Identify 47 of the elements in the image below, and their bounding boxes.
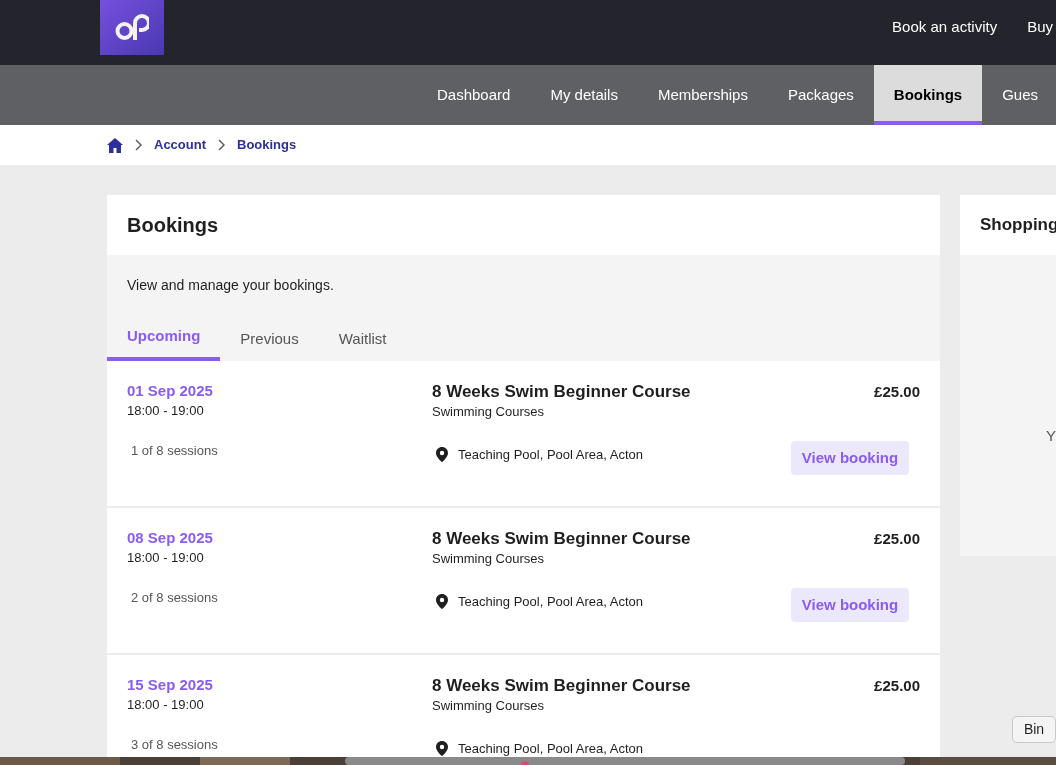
session-count: 2 of 8 sessions <box>131 589 219 607</box>
view-booking-button[interactable]: View booking <box>791 588 909 622</box>
account-nav-tab[interactable]: Memberships <box>637 65 768 125</box>
breadcrumb-link[interactable]: Bookings <box>237 135 297 155</box>
map-pin-icon <box>436 447 448 463</box>
breadcrumb-link[interactable]: Account <box>154 135 206 155</box>
account-nav-tab[interactable]: Dashboard <box>417 65 531 125</box>
course-title: 8 Weeks Swim Beginner Course <box>432 528 692 550</box>
basket-message: Y <box>1045 426 1056 446</box>
booking-time: 18:00 - 19:00 <box>127 549 205 567</box>
logo-icon <box>115 13 149 42</box>
booking-time: 18:00 - 19:00 <box>127 402 205 420</box>
tooltip: Bin <box>1012 716 1056 743</box>
map-pin-icon <box>436 594 448 610</box>
card-description: View and manage your bookings. <box>126 276 335 295</box>
booking-date: 01 Sep 2025 <box>127 381 214 401</box>
view-booking-button[interactable]: View booking <box>791 441 909 475</box>
top-nav-link[interactable]: Buy <box>1027 16 1053 39</box>
chevron-right-icon <box>135 139 142 151</box>
session-count: 3 of 8 sessions <box>131 736 219 754</box>
course-title: 8 Weeks Swim Beginner Course <box>432 675 692 697</box>
booking-date: 08 Sep 2025 <box>127 528 214 548</box>
booking-price: £25.00 <box>874 529 920 549</box>
booking-date: 15 Sep 2025 <box>127 675 214 695</box>
account-nav-tab[interactable]: Gues <box>982 65 1056 125</box>
account-nav-tab[interactable]: Bookings <box>873 65 983 125</box>
course-title: 8 Weeks Swim Beginner Course <box>432 381 692 403</box>
location-text: Teaching Pool, Pool Area, Acton <box>458 446 643 464</box>
logo[interactable] <box>100 0 164 55</box>
booking-tab[interactable]: Previous <box>220 316 319 361</box>
booking-time: 18:00 - 19:00 <box>127 696 205 714</box>
chevron-right-icon <box>218 139 225 151</box>
location-text: Teaching Pool, Pool Area, Acton <box>458 740 643 758</box>
booking-price: £25.00 <box>874 382 920 402</box>
card-title: Bookings <box>127 213 219 238</box>
map-pin-icon <box>436 741 448 757</box>
booking-tab[interactable]: Waitlist <box>318 316 407 361</box>
course-category: Swimming Courses <box>432 697 545 715</box>
course-category: Swimming Courses <box>432 550 545 568</box>
booking-price: £25.00 <box>874 676 920 696</box>
account-nav-tab[interactable]: Packages <box>767 65 874 125</box>
account-nav-tab[interactable]: My details <box>530 65 638 125</box>
session-count: 1 of 8 sessions <box>131 442 219 460</box>
location-text: Teaching Pool, Pool Area, Acton <box>458 593 643 611</box>
course-category: Swimming Courses <box>432 403 545 421</box>
top-nav-link[interactable]: Book an activity <box>892 16 998 39</box>
home-icon[interactable] <box>107 137 123 153</box>
